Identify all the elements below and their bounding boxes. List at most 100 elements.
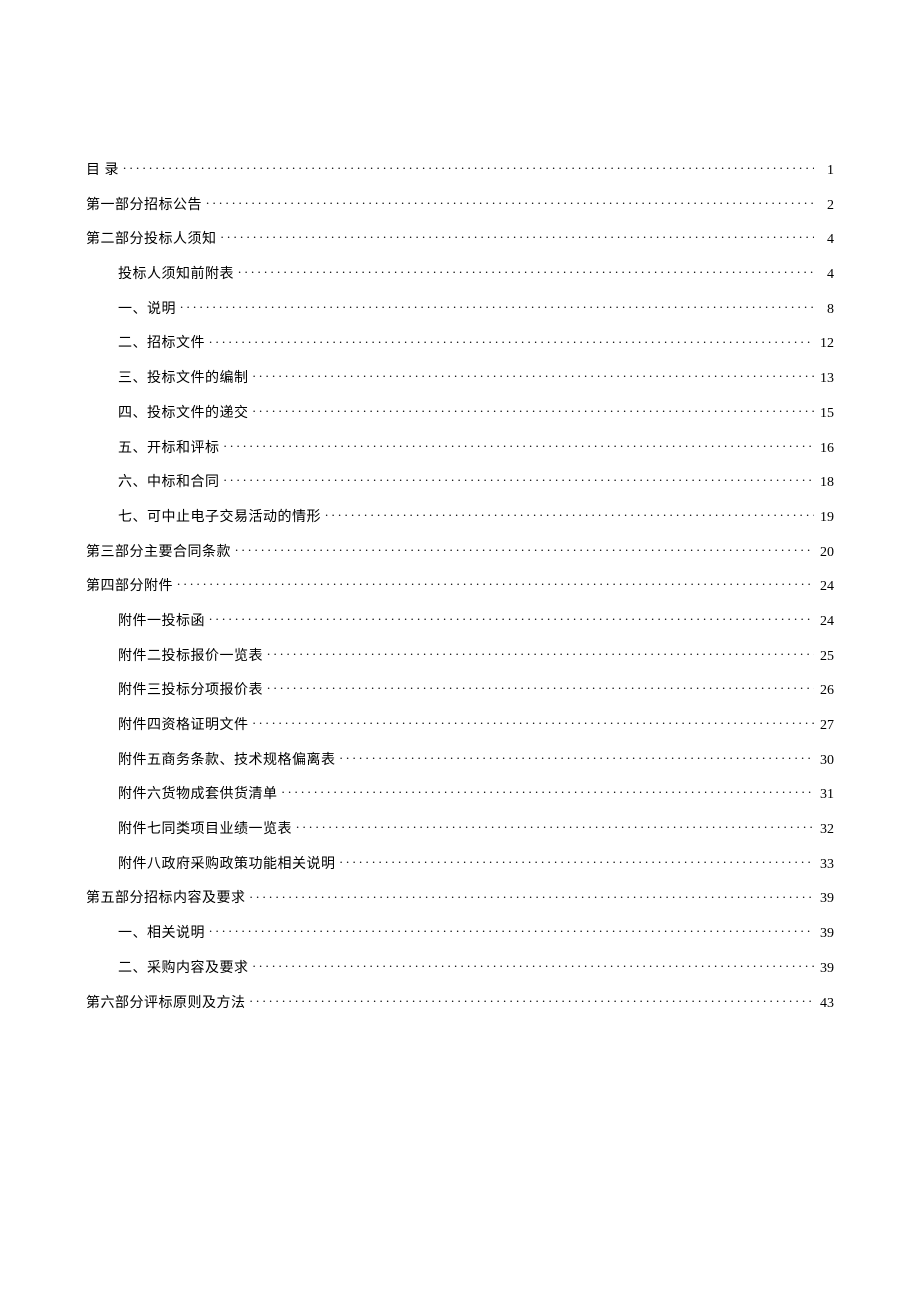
toc-leader-dots	[250, 993, 815, 1007]
toc-entry: 附件四资格证明文件 27	[86, 715, 834, 735]
toc-entry-label: 四、投标文件的递交	[118, 405, 249, 423]
toc-leader-dots	[206, 195, 814, 209]
toc-leader-dots	[253, 958, 815, 972]
toc-entry-page: 24	[818, 578, 834, 596]
toc-entry: 第四部分附件 24	[86, 576, 834, 596]
toc-entry-page: 24	[818, 613, 834, 631]
toc-entry-page: 26	[818, 682, 834, 700]
toc-entry: 目 录 1	[86, 160, 834, 180]
toc-entry: 附件七同类项目业绩一览表 32	[86, 819, 834, 839]
toc-entry-label: 附件二投标报价一览表	[118, 648, 263, 666]
toc-leader-dots	[235, 542, 814, 556]
toc-entry-page: 13	[818, 370, 834, 388]
toc-entry: 附件二投标报价一览表 25	[86, 646, 834, 666]
toc-entry-label: 第四部分附件	[86, 578, 173, 596]
toc-leader-dots	[224, 438, 815, 452]
toc-entry: 投标人须知前附表 4	[86, 264, 834, 284]
toc-entry: 二、采购内容及要求39	[86, 958, 834, 978]
toc-leader-dots	[180, 299, 814, 313]
toc-leader-dots	[267, 680, 814, 694]
toc-entry: 五、开标和评标 16	[86, 438, 834, 458]
toc-entry-page: 18	[818, 474, 834, 492]
toc-entry: 六、中标和合同 18	[86, 472, 834, 492]
toc-entry-label: 投标人须知前附表	[118, 266, 234, 284]
toc-entry-label: 附件一投标函	[118, 613, 205, 631]
toc-leader-dots	[238, 264, 814, 278]
toc-leader-dots	[209, 333, 814, 347]
toc-entry: 第五部分招标内容及要求 39	[86, 888, 834, 908]
toc-entry-page: 31	[818, 786, 834, 804]
toc-entry: 四、投标文件的递交 15	[86, 403, 834, 423]
toc-entry: 附件五商务条款、技术规格偏离表 30	[86, 750, 834, 770]
toc-leader-dots	[221, 229, 815, 243]
toc-leader-dots	[253, 403, 815, 417]
toc-entry: 七、可中止电子交易活动的情形 19	[86, 507, 834, 527]
toc-entry: 附件一投标函 24	[86, 611, 834, 631]
toc-entry-label: 附件六货物成套供货清单	[118, 786, 278, 804]
toc-leader-dots	[340, 854, 815, 868]
toc-entry-page: 4	[818, 266, 834, 284]
toc-entry-page: 39	[818, 960, 834, 978]
toc-leader-dots	[177, 576, 814, 590]
toc-leader-dots	[209, 611, 814, 625]
toc-entry-page: 12	[818, 335, 834, 353]
toc-entry: 一、说明 8	[86, 299, 834, 319]
toc-entry-page: 25	[818, 648, 834, 666]
toc-leader-dots	[250, 888, 815, 902]
toc-entry-page: 27	[818, 717, 834, 735]
toc-entry-label: 第五部分招标内容及要求	[86, 890, 246, 908]
toc-entry: 第一部分招标公告 2	[86, 195, 834, 215]
toc-entry-page: 4	[818, 231, 834, 249]
toc-entry-page: 32	[818, 821, 834, 839]
toc-entry-page: 8	[818, 301, 834, 319]
table-of-contents: 目 录 1 第一部分招标公告 2 第二部分投标人须知 4 投标人须知前附表 4 一、说明 8 二、招…	[86, 160, 834, 1013]
toc-entry: 附件六货物成套供货清单 31	[86, 784, 834, 804]
toc-entry-label: 附件三投标分项报价表	[118, 682, 263, 700]
toc-entry-label: 第三部分主要合同条款	[86, 544, 231, 562]
toc-entry: 附件八政府采购政策功能相关说明 33	[86, 854, 834, 874]
toc-leader-dots	[253, 368, 815, 382]
toc-entry-label: 一、相关说明	[118, 925, 205, 943]
toc-entry-label: 附件七同类项目业绩一览表	[118, 821, 292, 839]
toc-entry: 附件三投标分项报价表 26	[86, 680, 834, 700]
toc-entry-label: 二、招标文件	[118, 335, 205, 353]
toc-entry-label: 附件八政府采购政策功能相关说明	[118, 856, 336, 874]
toc-leader-dots	[340, 750, 815, 764]
toc-entry: 三、投标文件的编制 13	[86, 368, 834, 388]
toc-entry: 二、招标文件 12	[86, 333, 834, 353]
toc-entry-page: 43	[818, 995, 834, 1013]
toc-entry: 第六部分评标原则及方法 43	[86, 993, 834, 1013]
toc-leader-dots	[282, 784, 815, 798]
toc-entry-page: 39	[818, 925, 834, 943]
toc-leader-dots	[224, 472, 815, 486]
toc-entry-label: 第六部分评标原则及方法	[86, 995, 246, 1013]
toc-entry-label: 第二部分投标人须知	[86, 231, 217, 249]
toc-entry: 第二部分投标人须知 4	[86, 229, 834, 249]
toc-entry-label: 六、中标和合同	[118, 474, 220, 492]
toc-entry-page: 16	[818, 440, 834, 458]
toc-entry-page: 30	[818, 752, 834, 770]
toc-entry-label: 目 录	[86, 162, 119, 180]
toc-entry-page: 2	[818, 197, 834, 215]
toc-leader-dots	[209, 923, 814, 937]
toc-entry-page: 19	[818, 509, 834, 527]
toc-entry-label: 七、可中止电子交易活动的情形	[118, 509, 321, 527]
toc-leader-dots	[325, 507, 814, 521]
toc-leader-dots	[267, 646, 814, 660]
toc-entry-page: 15	[818, 405, 834, 423]
toc-entry-page: 33	[818, 856, 834, 874]
toc-entry-label: 附件五商务条款、技术规格偏离表	[118, 752, 336, 770]
toc-leader-dots	[253, 715, 815, 729]
toc-entry: 第三部分主要合同条款 20	[86, 542, 834, 562]
toc-entry-page: 1	[818, 162, 834, 180]
toc-entry: 一、相关说明 39	[86, 923, 834, 943]
toc-entry-label: 三、投标文件的编制	[118, 370, 249, 388]
toc-entry-page: 20	[818, 544, 834, 562]
toc-leader-dots	[123, 160, 814, 174]
toc-entry-label: 第一部分招标公告	[86, 197, 202, 215]
toc-entry-label: 五、开标和评标	[118, 440, 220, 458]
toc-entry-label: 一、说明	[118, 301, 176, 319]
toc-entry-label: 附件四资格证明文件	[118, 717, 249, 735]
toc-entry-page: 39	[818, 890, 834, 908]
toc-leader-dots	[296, 819, 814, 833]
